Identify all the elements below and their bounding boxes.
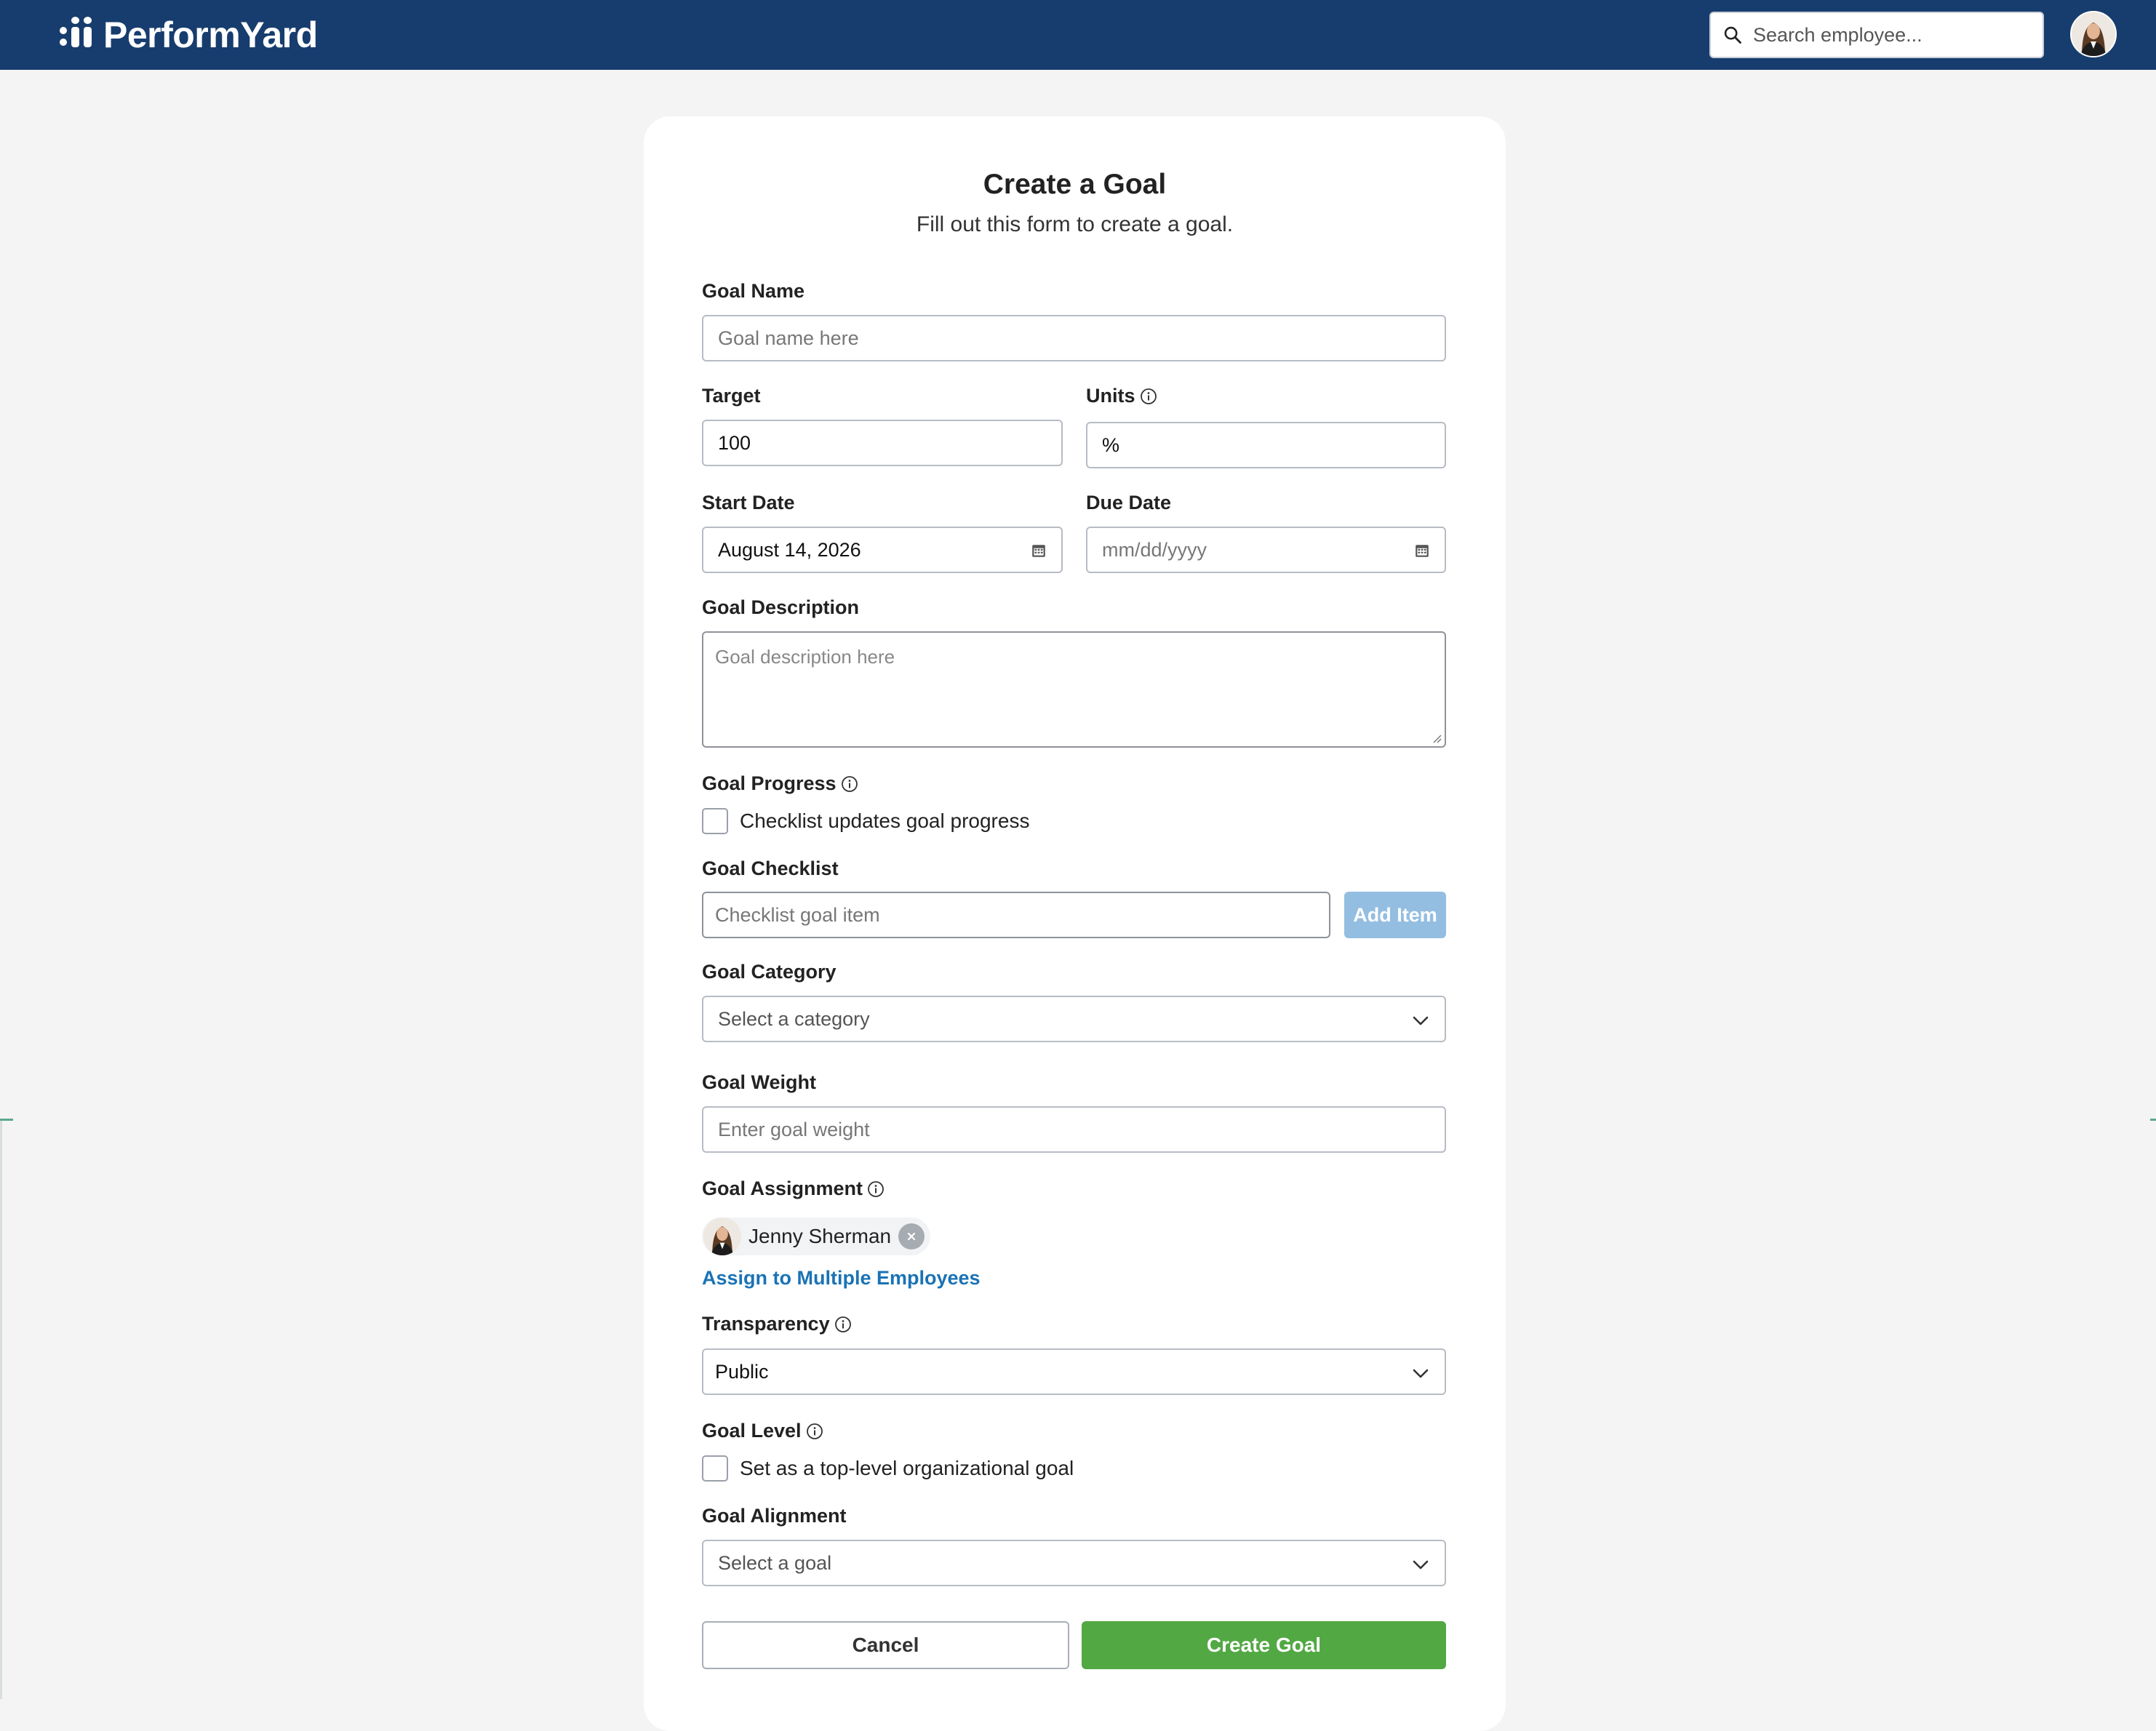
top-level-goal-checkbox-label: Set as a top-level organizational goal <box>740 1457 1074 1479</box>
goal-category-label-text: Goal Category <box>702 961 837 983</box>
due-date-input[interactable] <box>1102 538 1430 561</box>
transparency-label-text: Transparency <box>702 1313 830 1335</box>
close-icon <box>908 1232 916 1241</box>
assignee-name: Jenny Sherman <box>748 1225 892 1247</box>
goal-alignment-select[interactable]: Select a goal <box>702 1540 1446 1586</box>
right-edge-tick <box>2150 1119 2156 1121</box>
due-date-label-text: Due Date <box>1086 492 1172 513</box>
due-date-field[interactable] <box>1086 527 1446 573</box>
target-label: Target <box>702 385 761 407</box>
page-subtitle: Fill out this form to create a goal. <box>916 212 1234 236</box>
goal-alignment-label: Goal Alignment <box>702 1505 847 1527</box>
info-icon[interactable] <box>841 775 858 793</box>
goal-name-label: Goal Name <box>702 280 804 303</box>
goal-weight-input[interactable] <box>718 1118 1430 1141</box>
checklist-item-field[interactable] <box>702 892 1330 938</box>
info-icon[interactable] <box>834 1316 852 1333</box>
performyard-logo[interactable]: PerformYard <box>60 13 318 57</box>
goal-weight-label-text: Goal Weight <box>702 1071 817 1093</box>
goal-alignment-label-text: Goal Alignment <box>702 1505 847 1527</box>
goal-weight-label: Goal Weight <box>702 1071 816 1094</box>
goal-name-input[interactable] <box>718 327 1430 350</box>
goal-checklist-label-text: Goal Checklist <box>702 857 839 879</box>
logo-text: PerformYard <box>103 15 318 55</box>
top-level-goal-option[interactable]: Set as a top-level organizational goal <box>702 1455 1074 1482</box>
resize-grip-icon[interactable] <box>1432 733 1442 743</box>
due-date-label: Due Date <box>1086 492 1171 514</box>
info-icon[interactable] <box>806 1423 823 1440</box>
start-date-label: Start Date <box>702 492 795 514</box>
avatar <box>703 1218 741 1255</box>
goal-assignment-label-text: Goal Assignment <box>702 1178 863 1199</box>
page-title: Create a Goal <box>983 169 1167 200</box>
units-label-text: Units <box>1086 385 1135 407</box>
top-navigation-bar: PerformYard <box>0 0 2156 70</box>
employee-search[interactable] <box>1709 12 2044 58</box>
goal-level-label-text: Goal Level <box>702 1420 802 1442</box>
goal-weight-field[interactable] <box>702 1106 1446 1153</box>
goal-progress-label-text: Goal Progress <box>702 772 837 794</box>
goal-assignment-label: Goal Assignment <box>702 1178 885 1200</box>
chevron-down-icon <box>1413 1016 1429 1026</box>
target-field[interactable] <box>702 420 1063 466</box>
assignee-chip: Jenny Sherman <box>702 1218 931 1255</box>
user-avatar-image <box>2072 12 2115 56</box>
checklist-progress-option[interactable]: Checklist updates goal progress <box>702 808 1029 834</box>
info-icon[interactable] <box>1140 388 1157 405</box>
checklist-progress-checkbox-label: Checklist updates goal progress <box>740 809 1030 832</box>
left-edge-line <box>0 1120 2 1699</box>
transparency-selected: Public <box>715 1360 769 1383</box>
units-label: Units <box>1086 385 1157 407</box>
user-avatar[interactable] <box>2070 11 2117 57</box>
goal-level-label: Goal Level <box>702 1420 823 1442</box>
add-item-button[interactable]: Add Item <box>1344 892 1446 938</box>
start-date-label-text: Start Date <box>702 492 795 513</box>
goal-category-label: Goal Category <box>702 961 837 983</box>
target-input[interactable] <box>718 431 1047 455</box>
goal-category-select[interactable]: Select a category <box>702 996 1446 1042</box>
calendar-icon[interactable] <box>1414 543 1430 559</box>
goal-category-selected: Select a category <box>718 1007 870 1030</box>
remove-assignee-button[interactable] <box>898 1223 925 1250</box>
goal-alignment-selected: Select a goal <box>718 1551 832 1574</box>
left-edge-tick <box>0 1119 13 1121</box>
info-icon[interactable] <box>867 1180 885 1198</box>
goal-description-field[interactable] <box>702 631 1446 748</box>
logo-mark-icon <box>60 17 96 53</box>
goal-name-field[interactable] <box>702 315 1446 361</box>
start-date-field[interactable] <box>702 527 1063 573</box>
chevron-down-icon <box>1413 1369 1429 1378</box>
calendar-icon[interactable] <box>1031 543 1047 559</box>
top-level-goal-checkbox[interactable] <box>702 1455 728 1482</box>
transparency-label: Transparency <box>702 1313 852 1335</box>
search-icon <box>1724 26 1741 44</box>
units-field[interactable] <box>1086 422 1446 468</box>
cancel-button[interactable]: Cancel <box>702 1621 1069 1669</box>
checklist-item-input[interactable] <box>715 903 1317 927</box>
goal-description-label: Goal Description <box>702 596 859 619</box>
goal-checklist-label: Goal Checklist <box>702 857 839 880</box>
target-label-text: Target <box>702 385 761 407</box>
start-date-input[interactable] <box>718 538 1047 561</box>
goal-progress-label: Goal Progress <box>702 772 858 795</box>
assign-multiple-employees-link[interactable]: Assign to Multiple Employees <box>702 1267 981 1290</box>
create-goal-button[interactable]: Create Goal <box>1082 1621 1446 1669</box>
search-input[interactable] <box>1753 23 2029 47</box>
transparency-select[interactable]: Public <box>702 1348 1446 1395</box>
goal-name-label-text: Goal Name <box>702 280 805 302</box>
chevron-down-icon <box>1413 1560 1429 1570</box>
goal-description-label-text: Goal Description <box>702 596 860 618</box>
checklist-progress-checkbox[interactable] <box>702 808 728 834</box>
goal-description-textarea[interactable] <box>703 633 1445 746</box>
units-input[interactable] <box>1102 433 1430 457</box>
